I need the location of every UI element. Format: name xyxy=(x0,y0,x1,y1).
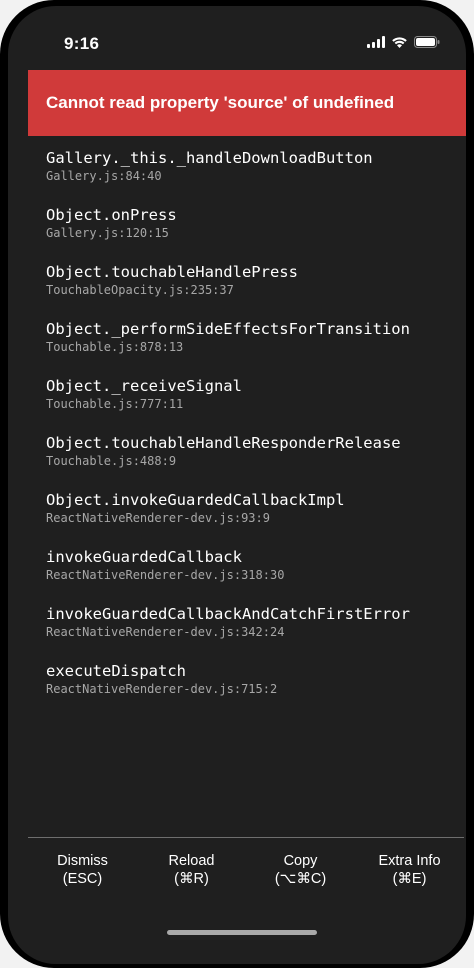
frame-method: Object.onPress xyxy=(46,206,177,224)
frame-method: Object.touchableHandlePress xyxy=(46,263,298,281)
frame-location: ReactNativeRenderer-dev.js:342:24 xyxy=(46,625,285,639)
frame-location: Gallery.js:84:40 xyxy=(46,169,162,183)
error-message: Cannot read property 'source' of undefin… xyxy=(46,93,395,112)
frame-method: Object.touchableHandleResponderRelease xyxy=(46,434,401,452)
stack-trace-list[interactable]: Gallery._this._handleDownloadButton Gall… xyxy=(46,148,446,718)
frame-method: invokeGuardedCallbackAndCatchFirstError xyxy=(46,605,410,623)
stack-frame[interactable]: Object.invokeGuardedCallbackImpl ReactNa… xyxy=(46,490,446,547)
reload-button[interactable]: Reload (⌘R) xyxy=(137,852,246,888)
footer-divider xyxy=(28,837,464,838)
dismiss-shortcut: (ESC) xyxy=(62,871,103,887)
device-frame: 9:16 Cannot read property 'source' of un… xyxy=(0,0,474,968)
frame-location: Touchable.js:777:11 xyxy=(46,397,184,411)
stack-frame[interactable]: Gallery._this._handleDownloadButton Gall… xyxy=(46,148,446,205)
frame-location: Touchable.js:878:13 xyxy=(46,340,184,354)
frame-method: Object._performSideEffectsForTransition xyxy=(46,320,410,338)
frame-location: TouchableOpacity.js:235:37 xyxy=(46,283,234,297)
stack-frame[interactable]: Object.touchableHandleResponderRelease T… xyxy=(46,433,446,490)
frame-method: Object._receiveSignal xyxy=(46,377,242,395)
stack-frame[interactable]: Object.touchableHandlePress TouchableOpa… xyxy=(46,262,446,319)
frame-location: Touchable.js:488:9 xyxy=(46,454,177,468)
frame-location: ReactNativeRenderer-dev.js:93:9 xyxy=(46,511,270,525)
battery-icon xyxy=(414,36,440,48)
stack-frame[interactable]: executeDispatch ReactNativeRenderer-dev.… xyxy=(46,661,446,718)
signal-icon xyxy=(367,36,385,48)
status-icons xyxy=(367,36,440,48)
stack-frame[interactable]: invokeGuardedCallback ReactNativeRendere… xyxy=(46,547,446,604)
reload-label: Reload xyxy=(168,853,215,869)
dismiss-button[interactable]: Dismiss (ESC) xyxy=(28,852,137,888)
frame-location: Gallery.js:120:15 xyxy=(46,226,169,240)
dismiss-label: Dismiss xyxy=(57,853,108,869)
copy-label: Copy xyxy=(283,853,318,869)
frame-location: ReactNativeRenderer-dev.js:318:30 xyxy=(46,568,285,582)
copy-button[interactable]: Copy (⌥⌘C) xyxy=(246,852,355,888)
wifi-icon xyxy=(392,37,407,48)
extra-info-button[interactable]: Extra Info (⌘E) xyxy=(355,852,464,888)
status-bar: 9:16 xyxy=(8,6,466,66)
frame-method: invokeGuardedCallback xyxy=(46,548,242,566)
stack-frame[interactable]: Object._performSideEffectsForTransition … xyxy=(46,319,446,376)
extra-info-shortcut: (⌘E) xyxy=(392,871,427,887)
stack-frame[interactable]: Object._receiveSignal Touchable.js:777:1… xyxy=(46,376,446,433)
error-banner: Cannot read property 'source' of undefin… xyxy=(28,70,466,136)
frame-method: Gallery._this._handleDownloadButton xyxy=(46,149,373,167)
frame-method: Object.invokeGuardedCallbackImpl xyxy=(46,491,345,509)
frame-location: ReactNativeRenderer-dev.js:715:2 xyxy=(46,682,278,696)
stack-frame[interactable]: invokeGuardedCallbackAndCatchFirstError … xyxy=(46,604,446,661)
footer-toolbar: Dismiss (ESC) Reload (⌘R) Copy (⌥⌘C) Ext… xyxy=(28,852,464,888)
reload-shortcut: (⌘R) xyxy=(174,871,209,887)
frame-method: executeDispatch xyxy=(46,662,186,680)
status-time: 9:16 xyxy=(64,34,100,53)
redbox-screen: 9:16 Cannot read property 'source' of un… xyxy=(8,6,466,964)
home-indicator[interactable] xyxy=(167,930,317,935)
extra-info-label: Extra Info xyxy=(378,853,441,869)
copy-shortcut: (⌥⌘C) xyxy=(274,871,327,887)
stack-frame[interactable]: Object.onPress Gallery.js:120:15 xyxy=(46,205,446,262)
